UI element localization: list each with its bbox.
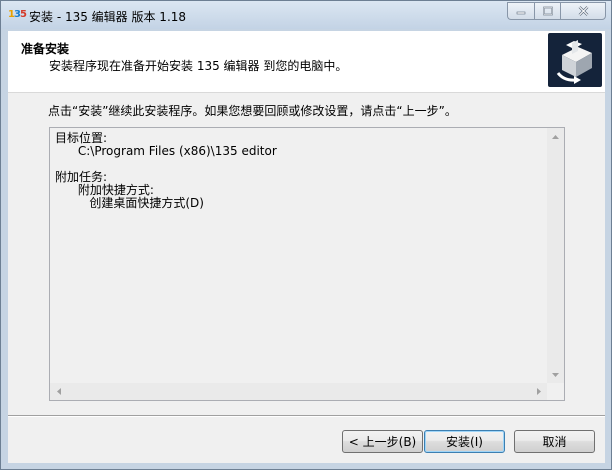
scroll-left-icon[interactable]: [50, 383, 67, 400]
close-button[interactable]: [560, 2, 606, 20]
ready-memo[interactable]: 目标位置: C:\Program Files (x86)\135 editor …: [49, 127, 565, 401]
memo-line: [55, 158, 543, 171]
window-title: 安装 - 135 编辑器 版本 1.18: [29, 10, 187, 24]
maximize-icon: [542, 6, 553, 16]
installer-logo: [548, 33, 602, 87]
scroll-up-icon[interactable]: [547, 128, 564, 145]
vertical-scrollbar[interactable]: [547, 128, 564, 383]
maximize-button[interactable]: [534, 2, 560, 20]
app-icon-digit-5: 5: [19, 9, 27, 20]
scroll-right-icon[interactable]: [530, 383, 547, 400]
intro-text: 点击“安装”继续此安装程序。如果您想要回顾或修改设置，请点击“上一步”。: [48, 104, 457, 118]
installer-box-icon: [556, 40, 592, 84]
scroll-down-icon[interactable]: [547, 366, 564, 383]
memo-line: C:\Program Files (x86)\135 editor: [55, 144, 277, 158]
memo-line: 创建桌面快捷方式(D): [55, 196, 204, 210]
ready-memo-content: 目标位置: C:\Program Files (x86)\135 editor …: [55, 132, 543, 210]
minimize-button[interactable]: [507, 2, 534, 20]
title-bar[interactable]: 135 安装 - 135 编辑器 版本 1.18: [1, 1, 611, 29]
wizard-client-area: 准备安装 安装程序现在准备开始安装 135 编辑器 到您的电脑中。 点击“安装”…: [8, 31, 605, 463]
scrollbar-corner: [547, 383, 564, 400]
button-divider: [8, 415, 605, 417]
page-subtitle: 安装程序现在准备开始安装 135 编辑器 到您的电脑中。: [49, 59, 348, 73]
page-title: 准备安装: [21, 42, 70, 56]
install-button[interactable]: 安装(I): [424, 430, 505, 453]
close-icon: [578, 6, 588, 16]
installer-window: 135 安装 - 135 编辑器 版本 1.18 准备安装 安装程序现在准备开始…: [0, 0, 612, 470]
cancel-button[interactable]: 取消: [514, 430, 595, 453]
minimize-icon: [516, 11, 526, 15]
back-button[interactable]: < 上一步(B): [342, 430, 423, 453]
wizard-header: 准备安装 安装程序现在准备开始安装 135 编辑器 到您的电脑中。: [8, 31, 605, 93]
window-controls: [507, 2, 606, 20]
horizontal-scrollbar[interactable]: [50, 383, 547, 400]
app-icon: 135: [8, 8, 27, 22]
